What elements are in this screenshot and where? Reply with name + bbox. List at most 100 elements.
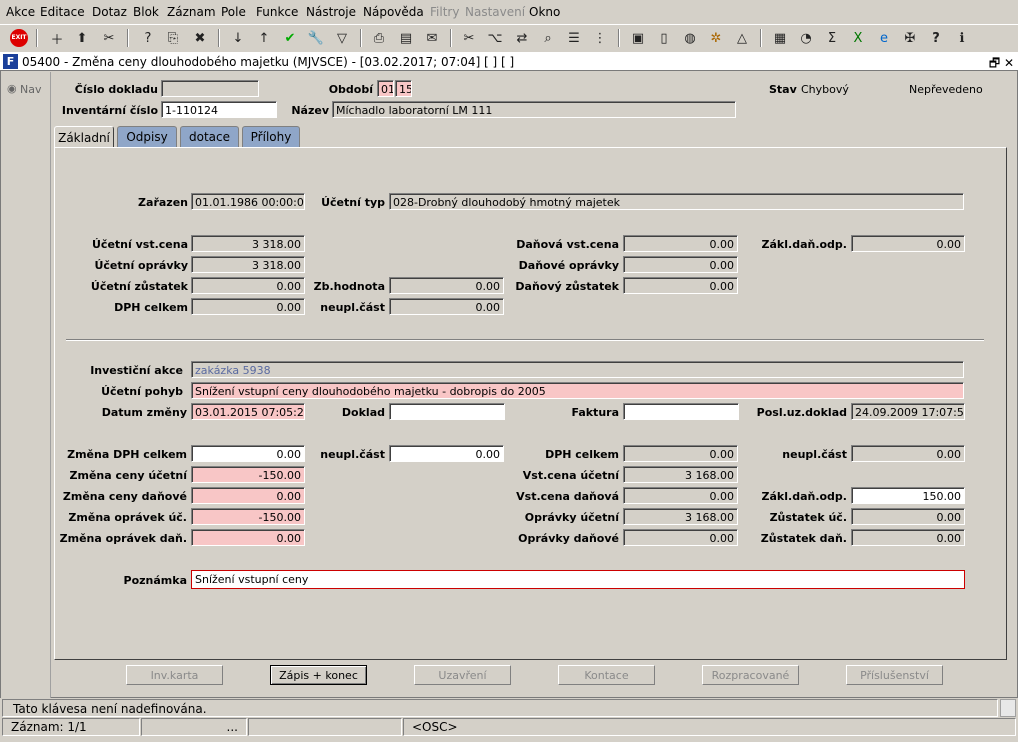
excel-icon[interactable]: X — [848, 28, 868, 48]
danova-vst-cena-field[interactable]: 0.00 — [623, 235, 738, 252]
menu-okno[interactable]: Okno — [529, 5, 560, 19]
status-scrollbar[interactable] — [1000, 699, 1016, 717]
sort-desc-icon[interactable]: ↑ — [254, 28, 274, 48]
nazev-field[interactable]: Míchadlo laboratorní LM 111 — [332, 101, 736, 118]
checkmark-icon[interactable]: ✔ — [280, 28, 300, 48]
tab-zakladni[interactable]: Základní — [54, 126, 114, 148]
ucetni-typ-field[interactable]: 028-Drobný dlouhodobý hmotný majetek — [389, 193, 964, 210]
zapis-konec-button[interactable]: Zápis + konec — [270, 665, 367, 685]
menu-zaznam[interactable]: Záznam — [167, 5, 216, 19]
ucetni-pohyb-label: Účetní pohyb — [101, 385, 183, 398]
poznamka-label: Poznámka — [123, 574, 187, 587]
menu-filtry[interactable]: Filtry — [430, 5, 459, 19]
obdobi-month-field[interactable]: 01 — [377, 80, 394, 97]
doklad-field[interactable] — [389, 403, 505, 420]
menu-pole[interactable]: Pole — [221, 5, 246, 19]
tree-icon[interactable]: ⌥ — [485, 28, 505, 48]
zustatek-uc-field[interactable]: 0.00 — [851, 508, 965, 525]
kontace-button[interactable]: Kontace — [558, 665, 655, 685]
insert-record-icon[interactable]: ＋ — [47, 28, 67, 48]
dph-celkem-new-field[interactable]: 0.00 — [623, 445, 738, 462]
globe-icon[interactable]: ◍ — [680, 28, 700, 48]
tab-odpisy[interactable]: Odpisy — [117, 126, 177, 147]
list-icon[interactable]: ☰ — [564, 28, 584, 48]
prislusenstvi-button[interactable]: Příslušenství — [846, 665, 943, 685]
transfer-icon[interactable]: ⇄ — [512, 28, 532, 48]
structure-icon[interactable]: ⋮ — [590, 28, 610, 48]
datum-zmeny-field[interactable]: 03.01.2015 07:05:21 — [191, 403, 305, 420]
tools-icon[interactable]: ✠ — [900, 28, 920, 48]
menu-nastaveni[interactable]: Nastavení — [465, 5, 525, 19]
investicni-akce-field[interactable]: zakázka 5938 — [191, 361, 964, 378]
dph-celkem-field[interactable]: 0.00 — [191, 298, 305, 315]
ucetni-vst-cena-field[interactable]: 3 318.00 — [191, 235, 305, 252]
neupl-cast-change-field[interactable]: 0.00 — [389, 445, 504, 462]
zmena-opravek-dan-field[interactable]: 0.00 — [191, 529, 305, 546]
zb-hodnota-field[interactable]: 0.00 — [389, 277, 504, 294]
cut-icon[interactable]: ✂ — [459, 28, 479, 48]
helm-icon[interactable]: ✲ — [706, 28, 726, 48]
sort-asc-icon[interactable]: ↓ — [228, 28, 248, 48]
exit-icon[interactable]: EXIT — [9, 28, 29, 48]
uzavreni-button[interactable]: Uzavření — [414, 665, 511, 685]
cislo-dokladu-field[interactable] — [161, 80, 259, 97]
rozpracovane-button[interactable]: Rozpracované — [702, 665, 799, 685]
document-icon[interactable]: ▯ — [654, 28, 674, 48]
ucetni-opravky-field[interactable]: 3 318.00 — [191, 256, 305, 273]
zmena-opravek-uc-field[interactable]: -150.00 — [191, 508, 305, 525]
query-icon[interactable]: ? — [138, 28, 158, 48]
ucetni-pohyb-field[interactable]: Snížení vstupní ceny dlouhodobého majetk… — [191, 382, 964, 399]
posl-uz-doklad-field[interactable]: 24.09.2009 17:07:56 — [851, 403, 965, 420]
query-execute-icon[interactable]: ⎘ — [163, 28, 183, 48]
clipboard-icon[interactable]: ▣ — [628, 28, 648, 48]
poznamka-field[interactable]: Snížení vstupní ceny — [191, 570, 965, 589]
tab-dotace[interactable]: dotace — [180, 126, 239, 147]
print-icon[interactable]: ⎙ — [369, 28, 389, 48]
mail-icon[interactable]: ✉ — [422, 28, 442, 48]
tab-prilohy[interactable]: Přílohy — [242, 126, 300, 147]
menu-nastroje[interactable]: Nástroje — [306, 5, 356, 19]
filter-icon[interactable]: ▽ — [332, 28, 352, 48]
vst-cena-ucetni-field[interactable]: 3 168.00 — [623, 466, 738, 483]
menu-blok[interactable]: Blok — [133, 5, 159, 19]
menu-napoveda[interactable]: Nápověda — [363, 5, 424, 19]
vst-cena-danova-field[interactable]: 0.00 — [623, 487, 738, 504]
zakl-dan-odp-new-field[interactable]: 150.00 — [851, 487, 965, 504]
inventarni-cislo-field[interactable]: 1-110124 — [161, 101, 277, 118]
help-icon[interactable]: ? — [926, 28, 946, 48]
gauge-icon[interactable]: ◔ — [796, 28, 816, 48]
save-icon[interactable]: ⬆ — [72, 28, 92, 48]
zmena-ceny-danove-field[interactable]: 0.00 — [191, 487, 305, 504]
menu-editace[interactable]: Editace — [40, 5, 85, 19]
inv-karta-button[interactable]: Inv.karta — [126, 665, 223, 685]
zmena-ceny-ucetni-field[interactable]: -150.00 — [191, 466, 305, 483]
delete-record-icon[interactable]: ✂ — [99, 28, 119, 48]
search-document-icon[interactable]: ⌕ — [538, 28, 558, 48]
zarazen-field[interactable]: 01.01.1986 00:00:00 — [191, 193, 305, 210]
neupl-cast-new-field[interactable]: 0.00 — [851, 445, 965, 462]
mountain-icon[interactable]: △ — [732, 28, 752, 48]
obdobi-year-field[interactable]: 15 — [395, 80, 412, 97]
menu-akce[interactable]: Akce — [6, 5, 35, 19]
print-preview-icon[interactable]: ▤ — [396, 28, 416, 48]
opravky-ucetni-field[interactable]: 3 168.00 — [623, 508, 738, 525]
zakl-dan-odp-field[interactable]: 0.00 — [851, 235, 965, 252]
danovy-zustatek-field[interactable]: 0.00 — [623, 277, 738, 294]
query-cancel-icon[interactable]: ✖ — [190, 28, 210, 48]
ucetni-zustatek-field[interactable]: 0.00 — [191, 277, 305, 294]
danove-opravky-field[interactable]: 0.00 — [623, 256, 738, 273]
neupl-cast-field[interactable]: 0.00 — [389, 298, 504, 315]
zustatek-dan-field[interactable]: 0.00 — [851, 529, 965, 546]
faktura-field[interactable] — [623, 403, 739, 420]
ie-icon[interactable]: e — [874, 28, 894, 48]
wrench-icon[interactable]: 🔧 — [306, 28, 326, 48]
sum-icon[interactable]: Σ — [822, 28, 842, 48]
menu-funkce[interactable]: Funkce — [256, 5, 298, 19]
info-icon[interactable]: ℹ — [952, 28, 972, 48]
nav-radio-icon[interactable]: ◉ — [7, 82, 17, 95]
opravky-danove-field[interactable]: 0.00 — [623, 529, 738, 546]
report-icon[interactable]: ▦ — [770, 28, 790, 48]
zmena-dph-celkem-field[interactable]: 0.00 — [191, 445, 305, 462]
menu-dotaz[interactable]: Dotaz — [92, 5, 127, 19]
window-controls[interactable]: 🗗 ✕ — [989, 54, 1014, 75]
